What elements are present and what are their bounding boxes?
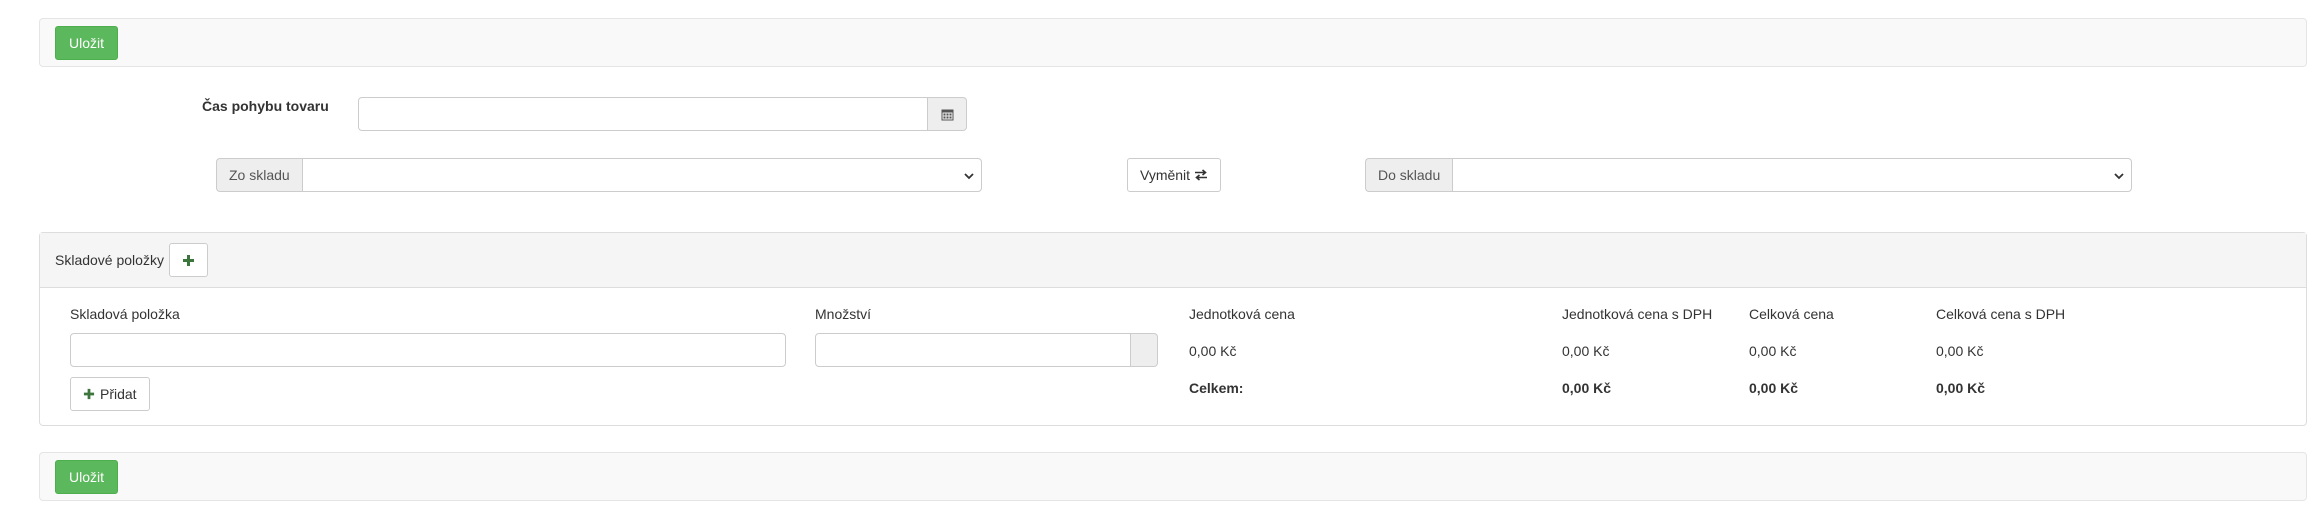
row-total-price: 0,00 Kč xyxy=(1749,343,1797,359)
row-unit-price-vat: 0,00 Kč xyxy=(1562,343,1610,359)
stock-item-input[interactable] xyxy=(70,333,786,367)
save-button-top[interactable]: Uložit xyxy=(55,26,119,60)
to-warehouse-label: Do skladu xyxy=(1365,158,1453,192)
plus-icon xyxy=(83,388,95,400)
exchange-icon xyxy=(1195,169,1208,181)
to-warehouse-select[interactable] xyxy=(1452,158,2132,192)
chevron-down-icon xyxy=(2114,173,2124,180)
add-item-button[interactable]: Přidat xyxy=(70,377,150,411)
save-button-bottom[interactable]: Uložit xyxy=(55,460,119,494)
from-warehouse-group: Zo skladu xyxy=(216,158,982,192)
add-item-button-label: Přidat xyxy=(100,386,137,402)
column-header-total-price: Celková cena xyxy=(1749,306,1834,322)
movement-time-label: Čas pohybu tovaru xyxy=(202,98,329,114)
swap-button-label: Vyměnit xyxy=(1140,167,1191,183)
bottom-toolbar: Uložit xyxy=(39,452,2307,501)
total-unit-price-vat: 0,00 Kč xyxy=(1562,380,1612,396)
from-warehouse-label: Zo skladu xyxy=(216,158,302,192)
plus-icon xyxy=(183,254,194,266)
from-warehouse-select[interactable] xyxy=(301,158,982,192)
stock-items-panel-header: Skladové položky xyxy=(40,233,2306,288)
movement-time-input[interactable] xyxy=(358,97,928,131)
stock-items-panel: Skladové položky xyxy=(39,232,2307,426)
column-header-unit-price-vat: Jednotková cena s DPH xyxy=(1562,306,1713,322)
swap-button[interactable]: Vyměnit xyxy=(1127,158,1222,192)
column-header-total-price-vat: Celková cena s DPH xyxy=(1936,306,2066,322)
column-header-unit-price: Jednotková cena xyxy=(1189,306,1295,322)
calendar-icon xyxy=(941,109,953,120)
add-item-header-button[interactable] xyxy=(169,243,208,277)
quantity-input[interactable] xyxy=(815,333,1131,367)
totals-label: Celkem: xyxy=(1189,380,1244,396)
quantity-unit-addon xyxy=(1131,333,1158,367)
column-header-item: Skladová položka xyxy=(70,306,180,322)
calendar-button[interactable] xyxy=(928,97,967,131)
chevron-down-icon xyxy=(964,173,974,180)
total-total-price: 0,00 Kč xyxy=(1749,380,1799,396)
row-total-price-vat: 0,00 Kč xyxy=(1936,343,1984,359)
quantity-group xyxy=(815,333,1158,367)
top-toolbar: Uložit xyxy=(39,18,2307,67)
movement-time-group xyxy=(358,97,967,131)
total-total-price-vat: 0,00 Kč xyxy=(1936,380,1986,396)
stock-items-title: Skladové položky xyxy=(55,252,164,268)
row-unit-price: 0,00 Kč xyxy=(1189,343,1237,359)
column-header-quantity: Množství xyxy=(815,306,872,322)
to-warehouse-group: Do skladu xyxy=(1365,158,2132,192)
